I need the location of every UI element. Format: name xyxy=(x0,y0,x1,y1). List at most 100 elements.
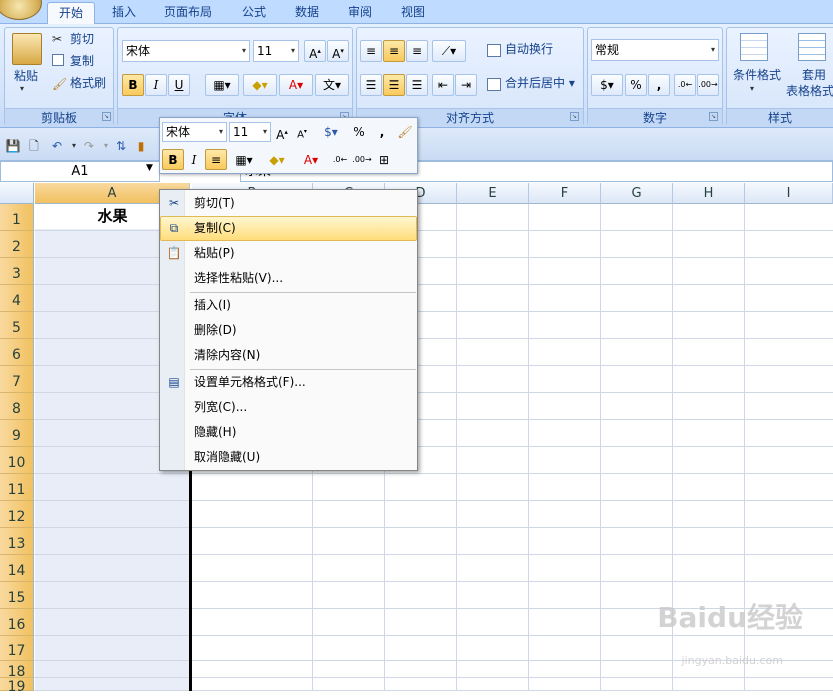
tab-formulas[interactable]: 公式 xyxy=(234,2,274,24)
fill-color-icon[interactable]: ◆▾ xyxy=(243,74,277,96)
tab-review[interactable]: 审阅 xyxy=(340,2,380,24)
row-header-10[interactable]: 10 xyxy=(0,447,34,474)
paste-button[interactable]: 粘贴 xyxy=(12,66,38,88)
tab-home[interactable]: 开始 xyxy=(47,2,95,24)
menu-item-column-width[interactable]: 列宽(C)... xyxy=(160,395,417,420)
mini-grow-font-icon[interactable]: A▴ xyxy=(273,122,291,142)
row-header-17[interactable]: 17 xyxy=(0,636,34,661)
increase-decimal-icon[interactable]: .0← xyxy=(674,74,696,96)
row-header-13[interactable]: 13 xyxy=(0,528,34,555)
tab-view[interactable]: 视图 xyxy=(393,2,433,24)
column-header-g[interactable]: G xyxy=(601,183,673,204)
redo-dropdown-icon[interactable]: ▾ xyxy=(98,138,114,154)
bold-button[interactable]: B xyxy=(122,74,144,96)
merge-center-button[interactable]: 合并后居中 ▾ xyxy=(503,73,575,95)
row-header-15[interactable]: 15 xyxy=(0,582,34,609)
chart-icon[interactable]: ▮ xyxy=(133,138,149,154)
row-header-5[interactable]: 5 xyxy=(0,312,34,339)
font-size-combo[interactable]: 11 ▾ xyxy=(253,40,299,62)
mini-decrease-decimal-icon[interactable]: .00→ xyxy=(352,150,372,170)
clipboard-launcher-icon[interactable]: ↘ xyxy=(102,112,111,121)
currency-icon[interactable]: $▾ xyxy=(591,74,623,96)
paste-dropdown-icon[interactable]: ▾ xyxy=(20,84,24,93)
menu-item-insert[interactable]: 插入(I) xyxy=(160,293,417,318)
row-header-6[interactable]: 6 xyxy=(0,339,34,366)
cut-button[interactable]: 剪切 xyxy=(68,29,94,51)
row-header-16[interactable]: 16 xyxy=(0,609,34,636)
decrease-decimal-icon[interactable]: .00→ xyxy=(697,74,719,96)
select-all-corner[interactable] xyxy=(0,183,34,204)
menu-item-delete[interactable]: 删除(D) xyxy=(160,318,417,343)
row-header-7[interactable]: 7 xyxy=(0,366,34,393)
name-box-dropdown-icon[interactable]: ▼ xyxy=(146,163,153,173)
mini-bold-button[interactable]: B xyxy=(162,149,184,170)
mini-shrink-font-icon[interactable]: A▾ xyxy=(293,122,311,142)
phonetic-icon[interactable]: 文▾ xyxy=(315,74,349,96)
column-header-e[interactable]: E xyxy=(457,183,529,204)
menu-item-paste[interactable]: 粘贴(P) xyxy=(160,241,417,266)
menu-item-paste-special[interactable]: 选择性粘贴(V)... xyxy=(160,266,417,291)
mini-percent-button[interactable]: % xyxy=(350,122,368,142)
mini-fill-color-icon[interactable]: ◆▾ xyxy=(262,150,292,170)
mini-increase-decimal-icon[interactable]: .0← xyxy=(330,150,350,170)
conditional-dropdown-icon[interactable]: ▾ xyxy=(750,84,754,93)
paste-icon[interactable] xyxy=(12,33,42,65)
menu-item-cut[interactable]: 剪切(T) xyxy=(160,191,417,216)
save-icon[interactable]: 💾 xyxy=(5,138,21,154)
row-header-4[interactable]: 4 xyxy=(0,285,34,312)
redo-icon[interactable]: ↷ xyxy=(81,138,97,154)
table-format-button-b[interactable]: 表格格式 xyxy=(784,81,833,103)
column-header-h[interactable]: H xyxy=(673,183,745,204)
row-header-3[interactable]: 3 xyxy=(0,258,34,285)
menu-item-format-cells[interactable]: 设置单元格格式(F)... xyxy=(160,370,417,395)
menu-item-copy[interactable]: 复制(C) xyxy=(160,216,417,241)
row-header-19[interactable]: 19 xyxy=(0,678,34,695)
name-box[interactable]: A1 xyxy=(0,161,160,182)
italic-button[interactable]: I xyxy=(145,74,167,96)
percent-button[interactable]: % xyxy=(625,74,647,96)
new-file-icon[interactable]: 🗋 xyxy=(26,138,42,154)
mini-border-icon[interactable]: ▦▾ xyxy=(230,150,258,170)
mini-italic-button[interactable]: I xyxy=(185,150,203,170)
row-header-8[interactable]: 8 xyxy=(0,393,34,420)
grow-font-icon[interactable]: A▴ xyxy=(304,40,326,62)
format-painter-button[interactable]: 格式刷 xyxy=(68,73,106,95)
wrap-text-button[interactable]: 自动换行 xyxy=(503,39,553,61)
sort-icon[interactable]: ⇅ xyxy=(113,138,129,154)
mini-currency-icon[interactable]: $▾ xyxy=(318,122,344,142)
copy-button[interactable]: 复制 xyxy=(68,51,94,73)
decrease-indent-icon[interactable]: ⇤ xyxy=(432,74,454,96)
undo-icon[interactable]: ↶ xyxy=(49,138,65,154)
column-header-i[interactable]: I xyxy=(745,183,833,204)
number-launcher-icon[interactable]: ↘ xyxy=(709,112,718,121)
shrink-font-icon[interactable]: A▾ xyxy=(327,40,349,62)
number-format-combo[interactable]: 常规 ▾ xyxy=(591,39,719,61)
row-header-18[interactable]: 18 xyxy=(0,661,34,680)
mini-comma-button[interactable]: , xyxy=(373,122,391,142)
tab-page-layout[interactable]: 页面布局 xyxy=(157,2,219,24)
alignment-launcher-icon[interactable]: ↘ xyxy=(570,112,579,121)
underline-button[interactable]: U xyxy=(168,74,190,96)
row-header-9[interactable]: 9 xyxy=(0,420,34,447)
tab-insert[interactable]: 插入 xyxy=(103,2,145,24)
undo-dropdown-icon[interactable]: ▾ xyxy=(66,138,82,154)
align-top-icon[interactable]: ≡ xyxy=(360,40,382,62)
orientation-icon[interactable]: ⟋▾ xyxy=(432,40,466,62)
mini-merge-icon[interactable]: ⊞ xyxy=(375,150,393,170)
comma-button[interactable]: , xyxy=(648,74,670,96)
font-name-combo[interactable]: 宋体 ▾ xyxy=(122,40,250,62)
align-center-icon[interactable]: ☰ xyxy=(383,74,405,96)
menu-item-clear-contents[interactable]: 清除内容(N) xyxy=(160,343,417,368)
mini-align-center-icon[interactable]: ≡ xyxy=(205,149,227,170)
mini-size-combo[interactable]: 11 ▾ xyxy=(229,122,271,142)
font-color-icon[interactable]: A▾ xyxy=(279,74,313,96)
border-icon[interactable]: ▦▾ xyxy=(205,74,239,96)
column-header-f[interactable]: F xyxy=(529,183,601,204)
tab-data[interactable]: 数据 xyxy=(287,2,327,24)
mini-font-combo[interactable]: 宋体 ▾ xyxy=(162,122,227,142)
increase-indent-icon[interactable]: ⇥ xyxy=(455,74,477,96)
row-header-12[interactable]: 12 xyxy=(0,501,34,528)
conditional-format-button[interactable]: 条件格式 xyxy=(731,65,781,87)
align-left-icon[interactable]: ☰ xyxy=(360,74,382,96)
row-header-1[interactable]: 1 xyxy=(0,204,34,231)
